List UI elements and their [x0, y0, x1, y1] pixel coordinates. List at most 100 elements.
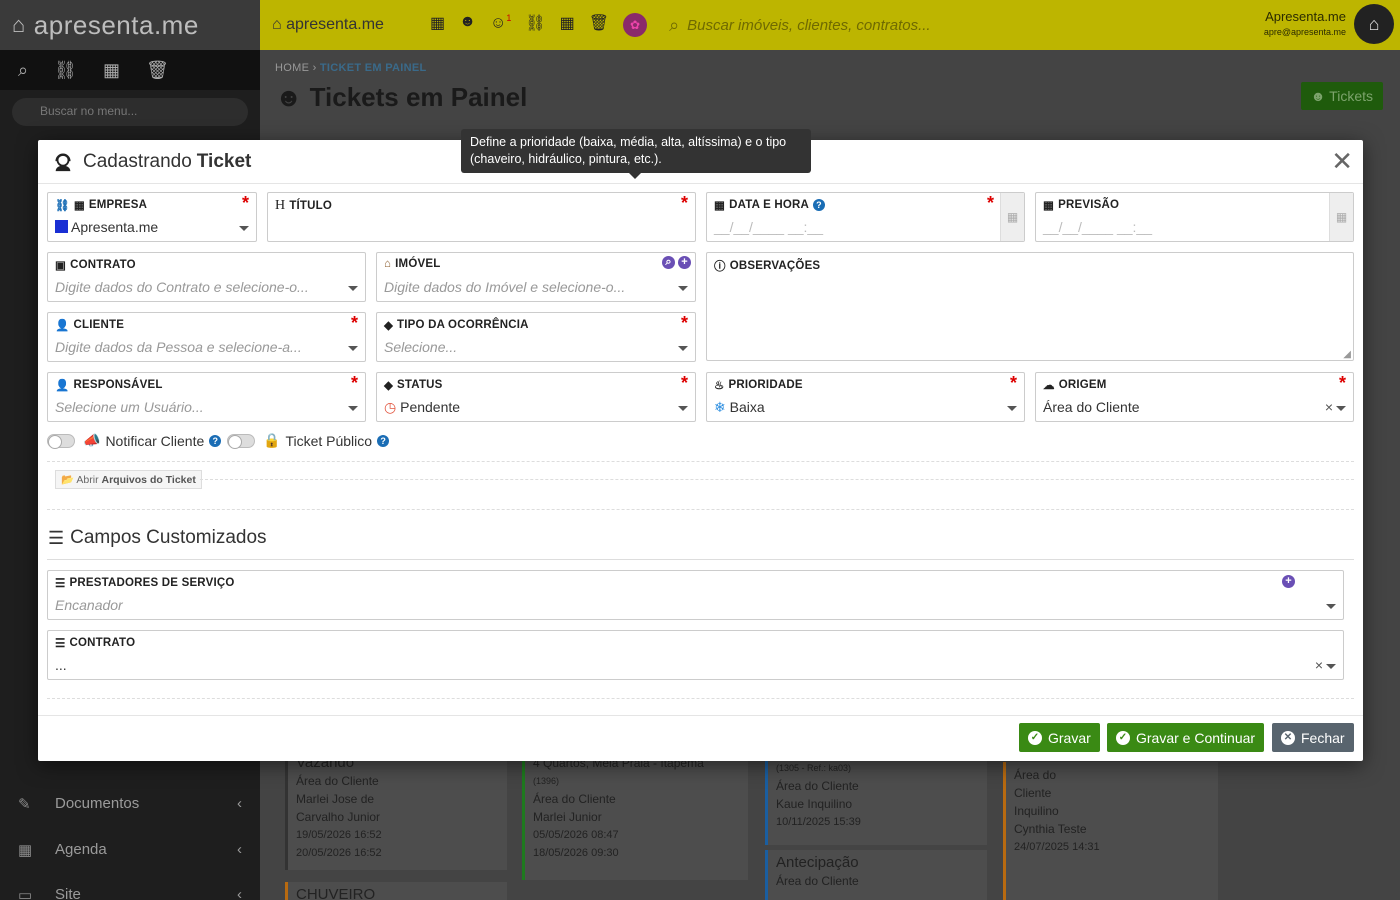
modal-title-bold: Ticket	[196, 150, 252, 172]
help-icon[interactable]: ?	[209, 434, 222, 447]
chevron-down-icon	[1326, 604, 1336, 609]
data-hora-input[interactable]: ▦ DATA E HORA? * __/__/____ __:__ ▦	[706, 192, 1025, 242]
resize-handle-icon[interactable]: ◢	[1343, 349, 1351, 360]
origem-select[interactable]: ☁ ORIGEM * Área do Cliente ×	[1035, 372, 1354, 422]
custom-fields-title-text: Campos Customizados	[70, 527, 267, 548]
contrato-select[interactable]: ▣ CONTRATO Digite dados do Contrato e sel…	[47, 252, 366, 302]
contrato-placeholder: Digite dados do Contrato e selecione-o..…	[55, 279, 309, 295]
prioridade-select[interactable]: ♨ PRIORIDADE * ❄ Baixa	[706, 372, 1025, 422]
chat-icon: ☁	[1043, 380, 1055, 392]
contract-icon: ▣	[55, 260, 67, 272]
custom-contrato-select[interactable]: ☰ CONTRATO ... ×	[47, 630, 1344, 680]
add-prestador-icon[interactable]: +	[1282, 575, 1295, 588]
status-select[interactable]: ◆ STATUS * ◷ Pendente	[376, 372, 696, 422]
cliente-select[interactable]: 👤 CLIENTE * Digite dados da Pessoa e sele…	[47, 312, 366, 362]
calendar-icon: ▦	[1043, 200, 1055, 212]
status-label: STATUS	[397, 379, 443, 391]
snowflake-icon: ❄	[714, 399, 726, 415]
required-marker: *	[680, 373, 688, 393]
field-label: ☰ PRESTADORES DE SERVIÇO	[55, 576, 235, 590]
link-icon: ⛓	[55, 200, 70, 212]
titulo-input[interactable]: H TÍTULO *	[267, 192, 696, 242]
field-label: ⓘ OBSERVAÇÕES	[714, 258, 820, 274]
data-hora-label: DATA E HORA	[729, 199, 810, 211]
field-label: H TÍTULO	[275, 198, 332, 214]
notificar-cliente-toggle[interactable]	[47, 434, 75, 449]
origem-value: Área do Cliente	[1043, 399, 1140, 415]
app-root: ⌂ apresenta.me ⌕ ⛓ ▦ 🗑 Buscar no menu...…	[0, 0, 1400, 900]
clear-icon[interactable]: ×	[1325, 399, 1333, 415]
bullhorn-icon: 📣	[83, 432, 101, 448]
imovel-placeholder: Digite dados do Imóvel e selecione-o...	[384, 279, 626, 295]
field-label: ♨ PRIORIDADE	[714, 378, 803, 392]
prioridade-label: PRIORIDADE	[728, 379, 803, 391]
notificar-cliente-label: Notificar Cliente	[105, 432, 205, 449]
data-hora-placeholder: __/__/____ __:__	[714, 219, 823, 235]
building-icon: ▦	[73, 200, 85, 212]
observacoes-textarea[interactable]: ⓘ OBSERVAÇÕES ◢	[706, 252, 1354, 361]
empresa-value: Apresenta.me	[55, 219, 158, 235]
save-button[interactable]: ✓ Gravar	[1019, 723, 1100, 752]
notificar-cliente-label-row: 📣 Notificar Cliente ?	[83, 432, 222, 449]
imovel-label: IMÓVEL	[395, 258, 441, 270]
field-label: 👤 CLIENTE	[55, 318, 124, 332]
add-property-icon[interactable]: +	[678, 256, 691, 269]
empresa-label: EMPRESA	[88, 199, 148, 211]
list-icon: ☰	[55, 638, 66, 650]
info-icon: ⓘ	[714, 261, 726, 273]
help-icon[interactable]: ?	[813, 199, 826, 211]
calendar-picker-button[interactable]: ▦	[1329, 193, 1353, 241]
folder-icon: 📂	[61, 474, 75, 486]
field-label: ☰ CONTRATO	[55, 636, 135, 650]
lock-icon: 🔒	[263, 432, 281, 448]
save-continue-button[interactable]: ✓ Gravar e Continuar	[1107, 723, 1265, 752]
user-icon: 👤	[55, 320, 70, 332]
field-label: 👤 RESPONSÁVEL	[55, 378, 163, 392]
open-files-bold: Arquivos do Ticket	[101, 474, 196, 486]
chevron-down-icon	[1326, 664, 1336, 669]
field-label: ◆ TIPO DA OCORRÊNCIA	[384, 318, 529, 332]
required-marker: *	[350, 313, 358, 333]
tag-icon: ◆	[384, 320, 394, 332]
empresa-select[interactable]: ⛓ ▦ EMPRESA * Apresenta.me	[47, 192, 257, 242]
prestadores-select[interactable]: ☰ PRESTADORES DE SERVIÇO + Encanador	[47, 570, 1344, 620]
divider	[47, 698, 1354, 699]
chevron-down-icon	[348, 286, 358, 291]
field-label: ⌂ IMÓVEL	[384, 258, 440, 270]
clear-icon[interactable]: ×	[1315, 657, 1323, 673]
close-button[interactable]: ✕ Fechar	[1272, 723, 1354, 752]
chevron-down-icon	[1336, 406, 1346, 411]
open-files-button[interactable]: 📂 Abrir Arquivos do Ticket	[55, 470, 202, 489]
close-icon[interactable]: ✕	[1331, 148, 1353, 174]
field-label: ◆ STATUS	[384, 378, 443, 392]
status-value-text: Pendente	[400, 399, 461, 415]
custom-fields-title: ☰ Campos Customizados	[48, 527, 267, 549]
divider	[47, 461, 1354, 462]
help-icon[interactable]: ?	[377, 434, 390, 447]
chevron-down-icon	[348, 346, 358, 351]
imovel-select[interactable]: ⌂ IMÓVEL ⌕ + Digite dados do Imóvel e sel…	[376, 252, 696, 302]
empresa-value-text: Apresenta.me	[71, 219, 159, 235]
previsao-input[interactable]: ▦ PREVISÃO __/__/____ __:__ ▦	[1035, 192, 1354, 242]
user-icon: 👤	[55, 380, 70, 392]
ticket-publico-toggle[interactable]	[227, 434, 255, 449]
responsavel-select[interactable]: 👤 RESPONSÁVEL * Selecione um Usuário...	[47, 372, 366, 422]
search-property-icon[interactable]: ⌕	[662, 256, 675, 269]
save-continue-button-label: Gravar e Continuar	[1136, 729, 1256, 746]
tipo-ocorrencia-select[interactable]: ◆ TIPO DA OCORRÊNCIA * Selecione...	[376, 312, 696, 362]
calendar-picker-button[interactable]: ▦	[1000, 193, 1024, 241]
tipo-ocorrencia-placeholder: Selecione...	[384, 339, 458, 355]
list-add-icon: ☰	[48, 527, 65, 548]
house-icon: ⌂	[384, 258, 392, 270]
close-button-label: Fechar	[1301, 729, 1345, 746]
field-label: ☁ ORIGEM	[1043, 378, 1107, 392]
check-circle-icon: ✓	[1116, 730, 1130, 745]
field-label: ▣ CONTRATO	[55, 258, 136, 272]
chevron-down-icon	[678, 346, 688, 351]
open-files-prefix: Abrir	[76, 474, 99, 486]
tag-icon: ◆	[384, 380, 394, 392]
required-marker: *	[1338, 373, 1346, 393]
cliente-label: CLIENTE	[73, 319, 125, 331]
field-label: ⛓ ▦ EMPRESA	[55, 198, 147, 212]
required-marker: *	[1009, 373, 1017, 393]
